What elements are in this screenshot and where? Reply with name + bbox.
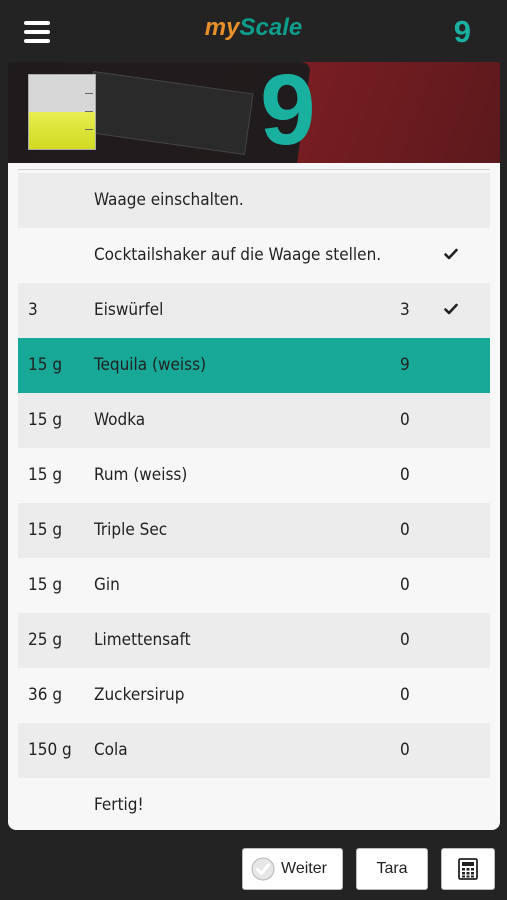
tara-label: Tara xyxy=(376,860,408,877)
item-amount: 15 g xyxy=(28,465,63,485)
app-logo: myScale xyxy=(0,14,507,42)
list-item-active[interactable]: 15 g Tequila (weiss) 9 xyxy=(18,338,490,393)
list-item[interactable]: Fertig! xyxy=(18,778,490,830)
item-measured-value: 0 xyxy=(400,740,410,760)
scale-banner: 9 xyxy=(8,62,500,163)
list-item[interactable]: 36 g Zuckersirup 0 xyxy=(18,668,490,723)
item-amount: 36 g xyxy=(28,685,63,705)
checkmark-icon xyxy=(444,303,458,315)
header-weight-readout: 9 xyxy=(453,14,471,49)
current-weight-display: 9 xyxy=(260,62,316,163)
glass-fill-indicator xyxy=(28,74,96,150)
item-name: Gin xyxy=(94,575,120,595)
item-amount: 15 g xyxy=(28,410,63,430)
item-name: Cola xyxy=(94,740,128,760)
logo-scale: Scale xyxy=(239,14,303,41)
item-amount: 15 g xyxy=(28,355,63,375)
item-name: Wodka xyxy=(94,410,146,430)
item-name: Tequila (weiss) xyxy=(94,355,207,375)
list-divider xyxy=(18,169,490,170)
item-name: Zuckersirup xyxy=(94,685,185,705)
list-item[interactable]: Waage einschalten. xyxy=(18,173,490,228)
item-amount: 25 g xyxy=(28,630,63,650)
checkmark-icon xyxy=(444,248,458,260)
glass-fill-level xyxy=(29,112,95,149)
item-amount: 3 xyxy=(28,300,38,320)
item-measured-value: 0 xyxy=(400,685,410,705)
recipe-list: Waage einschalten. Cocktailshaker auf die… xyxy=(8,163,500,830)
item-amount: 15 g xyxy=(28,575,63,595)
logo-my: my xyxy=(204,14,240,41)
list-item[interactable]: 25 g Limettensaft 0 xyxy=(18,613,490,668)
item-measured-value: 3 xyxy=(400,300,410,320)
weiter-label: Weiter xyxy=(281,860,327,877)
item-name: Waage einschalten. xyxy=(94,190,244,210)
item-measured-value: 9 xyxy=(400,355,410,375)
item-name: Cocktailshaker auf die Waage stellen. xyxy=(94,245,382,265)
list-item[interactable]: 15 g Gin 0 xyxy=(18,558,490,613)
list-item[interactable]: 150 g Cola 0 xyxy=(18,723,490,778)
item-amount: 150 g xyxy=(28,740,72,760)
item-name: Limettensaft xyxy=(94,630,191,650)
item-measured-value: 0 xyxy=(400,630,410,650)
item-measured-value: 0 xyxy=(400,575,410,595)
tara-button[interactable]: Tara xyxy=(356,848,428,890)
top-bar: myScale 9 xyxy=(0,0,507,62)
list-item[interactable]: 15 g Triple Sec 0 xyxy=(18,503,490,558)
list-item[interactable]: Cocktailshaker auf die Waage stellen. xyxy=(18,228,490,283)
list-item[interactable]: 15 g Rum (weiss) 0 xyxy=(18,448,490,503)
check-circle-icon xyxy=(251,857,275,881)
item-name: Eiswürfel xyxy=(94,300,164,320)
item-name: Triple Sec xyxy=(94,520,168,540)
item-name: Fertig! xyxy=(94,795,144,815)
item-measured-value: 0 xyxy=(400,520,410,540)
item-measured-value: 0 xyxy=(400,465,410,485)
list-item[interactable]: 3 Eiswürfel 3 xyxy=(18,283,490,338)
list-item[interactable]: 15 g Wodka 0 xyxy=(18,393,490,448)
calculator-button[interactable] xyxy=(441,848,495,890)
calculator-icon xyxy=(458,858,478,880)
weiter-button[interactable]: Weiter xyxy=(242,848,343,890)
item-amount: 15 g xyxy=(28,520,63,540)
item-name: Rum (weiss) xyxy=(94,465,188,485)
item-measured-value: 0 xyxy=(400,410,410,430)
